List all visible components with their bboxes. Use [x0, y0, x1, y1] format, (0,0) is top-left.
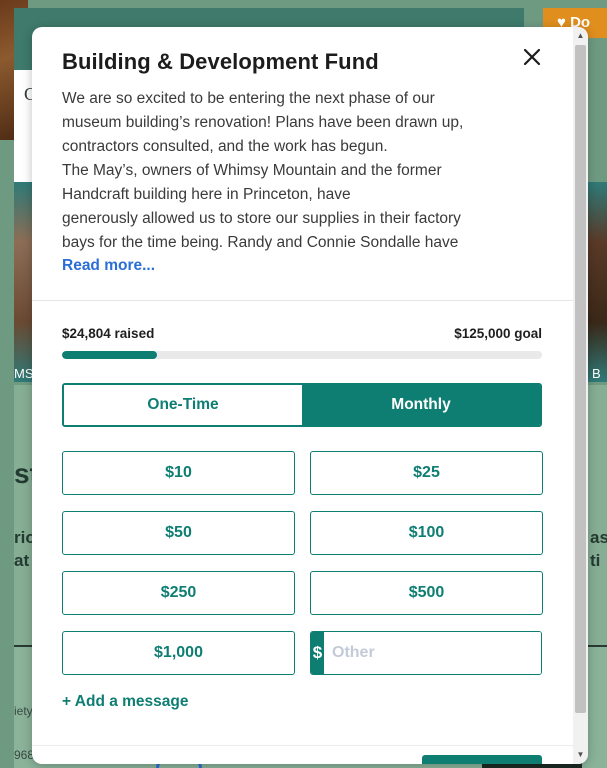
- description-line: Handcraft building here in Princeton, ha…: [62, 186, 351, 203]
- description-line: contractors consulted, and the work has …: [62, 138, 388, 155]
- description-line: We are so excited to be entering the nex…: [62, 90, 435, 107]
- background-label-left: MS: [14, 366, 34, 381]
- background-label-right: B: [592, 366, 601, 381]
- monthly-option[interactable]: Monthly: [302, 385, 540, 425]
- amount-raised: $24,804 raised: [62, 326, 155, 341]
- background-text: ti: [590, 551, 601, 570]
- section-divider: [32, 300, 573, 301]
- background-text: as: [590, 528, 607, 547]
- scroll-down-arrow-icon[interactable]: ▼: [573, 748, 588, 762]
- other-amount-input[interactable]: [324, 632, 541, 674]
- donate-submit-button[interactable]: [422, 755, 542, 764]
- description-line: bays for the time being. Randy and Conni…: [62, 234, 459, 251]
- add-message-link[interactable]: + Add a message: [62, 693, 189, 711]
- donation-modal: Building & Development Fund We are so ex…: [32, 27, 588, 764]
- amount-option-250[interactable]: $250: [62, 571, 295, 615]
- one-time-option[interactable]: One-Time: [64, 385, 302, 425]
- read-more-link[interactable]: Read more...: [62, 257, 155, 275]
- fundraising-goal: $125,000 goal: [454, 326, 542, 341]
- modal-title: Building & Development Fund: [62, 49, 379, 74]
- amount-option-10[interactable]: $10: [62, 451, 295, 495]
- fund-description: We are so excited to be entering the nex…: [62, 87, 502, 255]
- close-button[interactable]: [520, 45, 544, 69]
- background-image-right: [586, 182, 607, 382]
- modal-scrollbar[interactable]: ▲ ▼: [573, 27, 588, 764]
- progress-bar-fill: [62, 351, 158, 359]
- description-line: The May’s, owners of Whimsy Mountain and…: [62, 162, 442, 179]
- amount-option-500[interactable]: $500: [310, 571, 543, 615]
- scroll-thumb[interactable]: [575, 45, 586, 713]
- dollar-prefix: $: [311, 632, 324, 674]
- description-line: generously allowed us to store our suppl…: [62, 210, 461, 227]
- amount-option-100[interactable]: $100: [310, 511, 543, 555]
- footer-divider: [32, 745, 573, 746]
- background-text: at: [14, 551, 30, 570]
- background-small-text: iety: [14, 704, 33, 718]
- amount-option-25[interactable]: $25: [310, 451, 543, 495]
- close-icon: [523, 48, 541, 66]
- progress-bar: [62, 351, 542, 359]
- description-line: museum building’s renovation! Plans have…: [62, 114, 464, 131]
- amount-option-1000[interactable]: $1,000: [62, 631, 295, 675]
- other-amount-field: $: [310, 631, 542, 675]
- amount-option-50[interactable]: $50: [62, 511, 295, 555]
- frequency-toggle: One-Time Monthly: [62, 383, 542, 427]
- scroll-up-arrow-icon[interactable]: ▲: [573, 29, 588, 43]
